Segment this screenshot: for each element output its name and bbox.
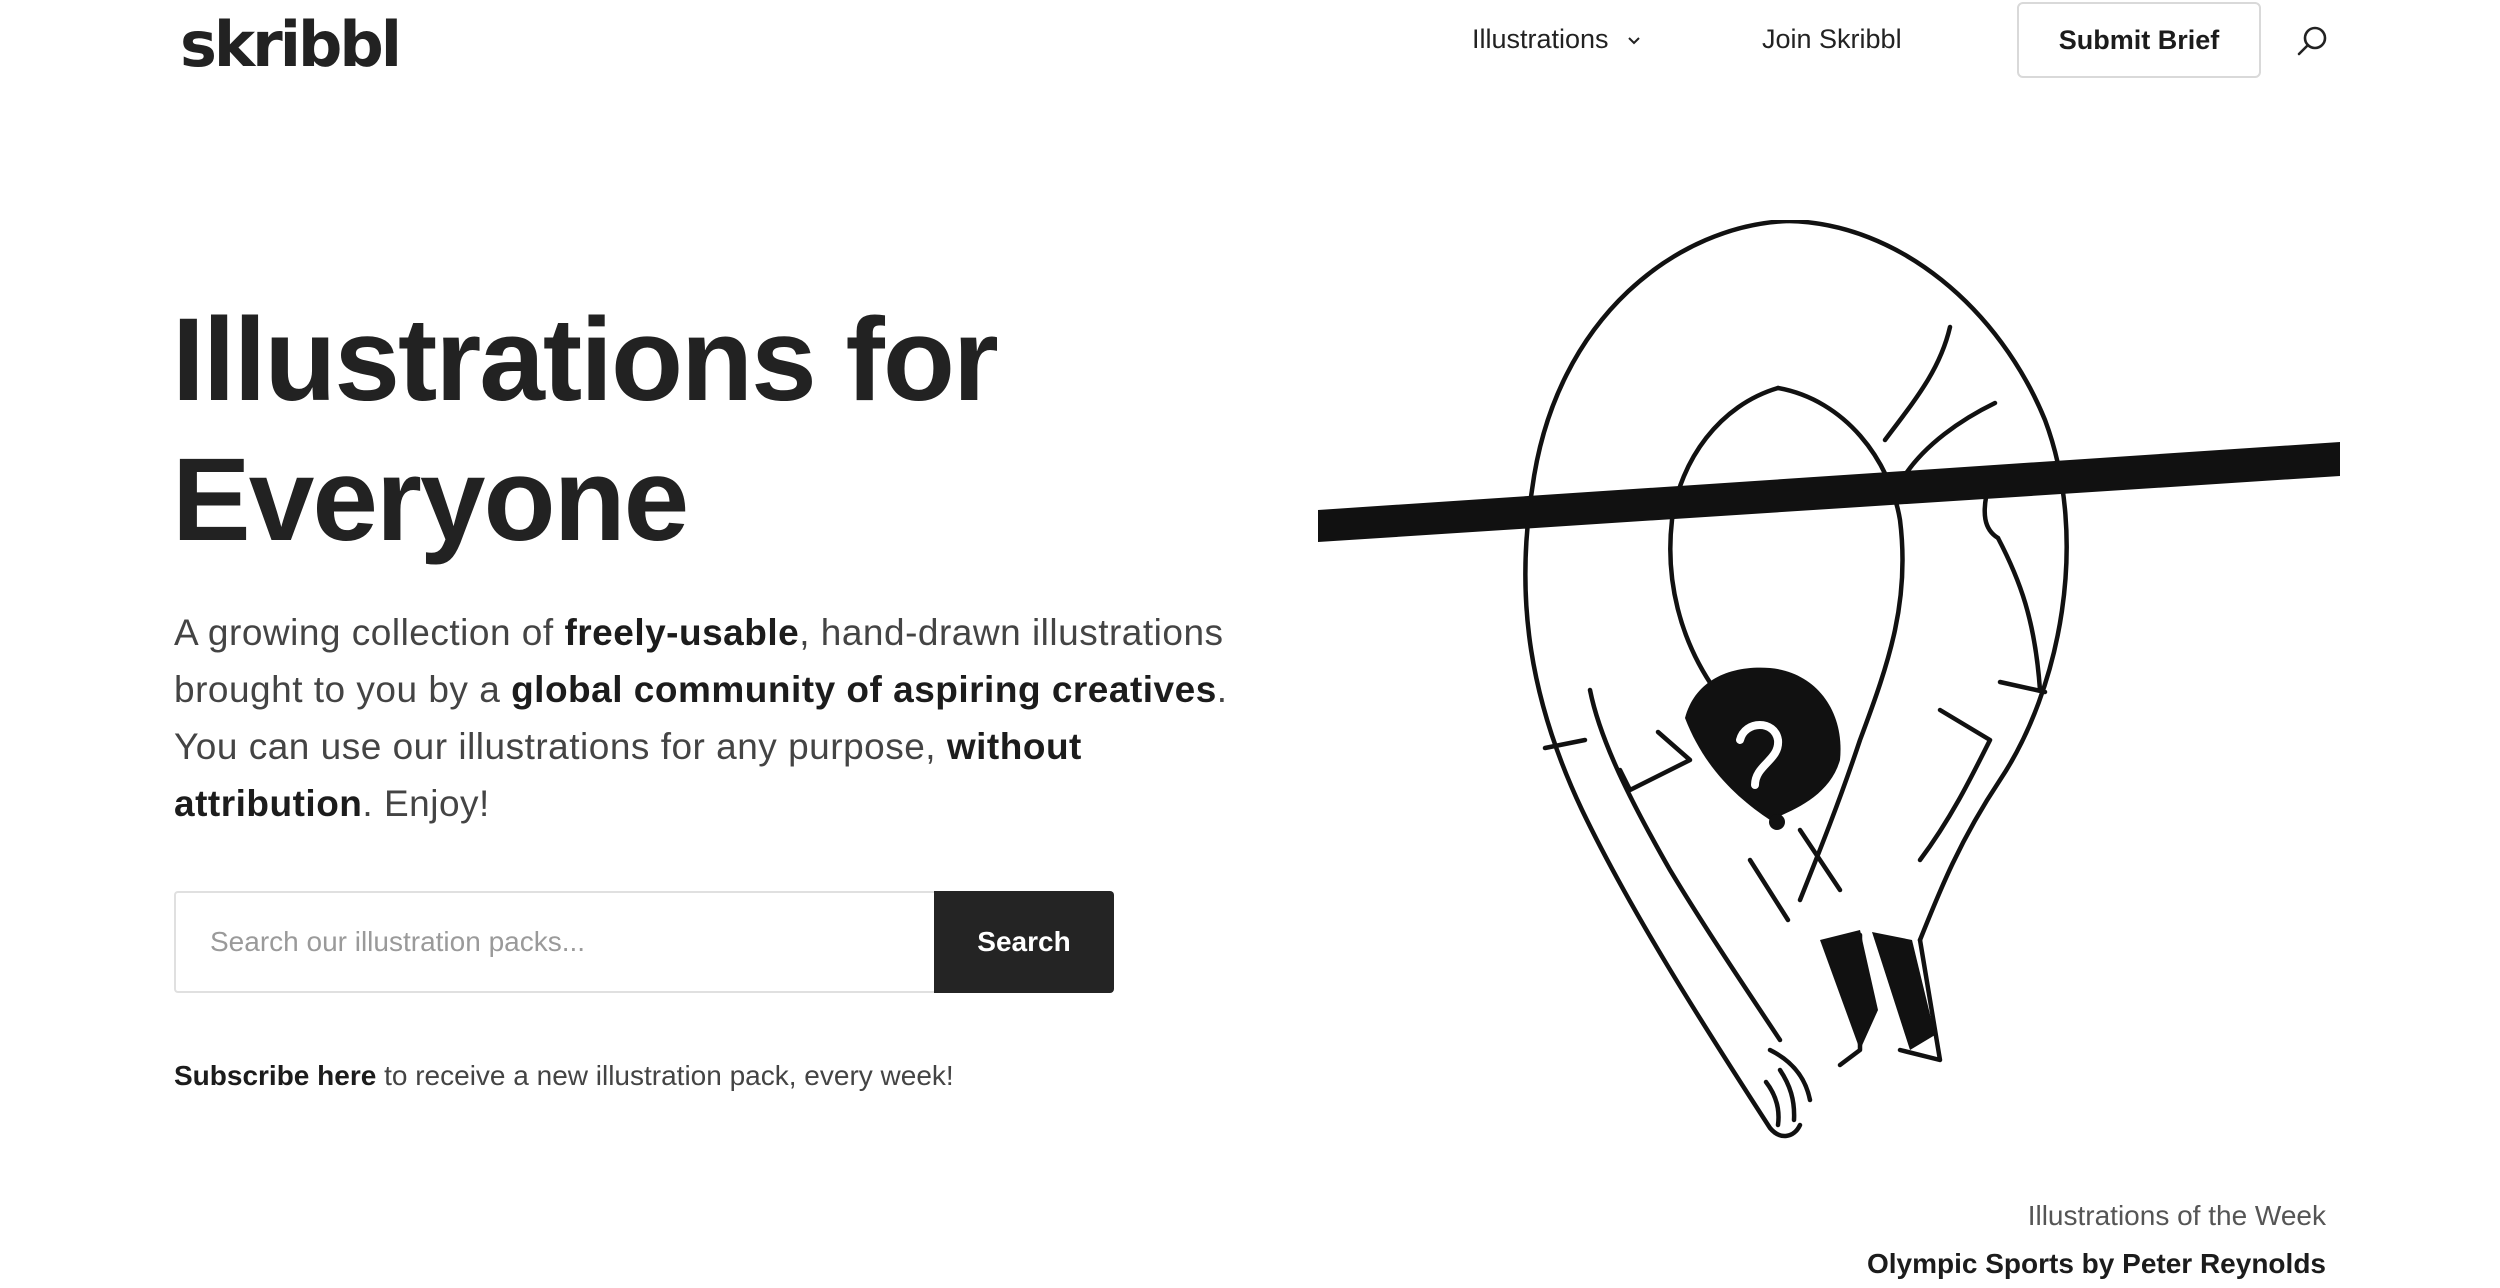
chevron-down-icon — [1628, 37, 1640, 45]
illustrations-of-week-label: Illustrations of the Week — [2027, 1200, 2326, 1231]
subscribe-text: to receive a new illustration pack, ever… — [376, 1060, 954, 1091]
desc-text-4: . Enjoy! — [362, 783, 490, 824]
desc-bold-global-community: global community of aspiring creatives — [511, 669, 1217, 710]
page: skribbl Illustrations Join Skribbl Submi… — [0, 0, 2500, 1288]
search-icon[interactable] — [2295, 24, 2329, 58]
subscribe-link[interactable]: Subscribe here — [174, 1060, 376, 1091]
search-button[interactable]: Search — [934, 891, 1114, 993]
desc-text-1: A growing collection of — [174, 612, 565, 653]
subscribe-line: Subscribe here to receive a new illustra… — [174, 1060, 954, 1092]
hero-illustration-gymnast — [1318, 220, 2340, 1139]
nav-join-skribbl[interactable]: Join Skribbl — [1762, 24, 1902, 55]
nav-illustrations-label: Illustrations — [1472, 24, 1609, 54]
desc-bold-freely-usable: freely-usable — [564, 612, 800, 653]
page-title: Illustrations for Everyone — [172, 290, 1272, 570]
search-form: Search — [174, 891, 1114, 993]
hero-description: A growing collection of freely-usable, h… — [174, 604, 1234, 832]
skribbl-logo[interactable]: skribbl — [180, 8, 402, 81]
featured-pack-link[interactable]: Olympic Sports by Peter Reynolds — [1867, 1248, 2326, 1280]
search-input[interactable] — [174, 891, 934, 993]
page-title-line-1: Illustrations for — [172, 294, 999, 426]
page-title-line-2: Everyone — [172, 434, 689, 566]
nav-illustrations-dropdown[interactable]: Illustrations — [1472, 24, 1642, 55]
submit-brief-button[interactable]: Submit Brief — [2017, 2, 2261, 78]
